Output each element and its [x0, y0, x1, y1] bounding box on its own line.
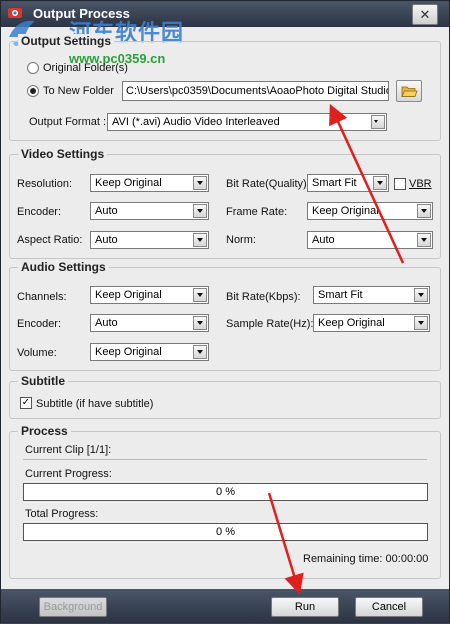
chevron-down-icon [417, 204, 431, 218]
audio-settings-title: Audio Settings [18, 260, 109, 274]
volume-label: Volume: [17, 347, 57, 359]
resolution-value: Keep Original [95, 177, 162, 189]
output-settings-title: Output Settings [18, 34, 114, 48]
audio-encoder-label: Encoder: [17, 318, 62, 330]
channels-select[interactable]: Keep Original [90, 286, 209, 304]
chevron-down-icon [193, 233, 207, 247]
total-progress-value: 0 % [216, 526, 235, 538]
output-format-select[interactable]: AVI (*.avi) Audio Video Interleaved [107, 113, 387, 131]
volume-value: Keep Original [95, 346, 162, 358]
folder-open-icon [401, 86, 418, 97]
chevron-down-icon [417, 233, 431, 247]
frame-rate-select[interactable]: Keep Original [307, 202, 433, 220]
sample-rate-value: Keep Original [318, 317, 385, 329]
current-progress-bar: 0 % [23, 483, 428, 501]
chevron-down-icon [371, 115, 385, 129]
audio-encoder-value: Auto [95, 317, 118, 329]
norm-select[interactable]: Auto [307, 231, 433, 249]
run-button[interactable]: Run [271, 597, 339, 617]
remaining-time: Remaining time: 00:00:00 [303, 553, 429, 565]
volume-select[interactable]: Keep Original [90, 343, 209, 361]
output-process-window: Output Process ✕ 河东软件园 www.pc0359.cn Out… [0, 0, 450, 623]
subtitle-checkbox[interactable]: ✓ [20, 397, 32, 409]
frame-rate-value: Keep Original [312, 205, 379, 217]
audio-bitrate-value: Smart Fit [318, 289, 363, 301]
button-bar: Background Run Cancel [1, 589, 449, 623]
close-icon: ✕ [419, 7, 431, 22]
chevron-down-icon [193, 316, 207, 330]
chevron-down-icon [193, 204, 207, 218]
video-bitrate-value: Smart Fit [312, 177, 357, 189]
subtitle-title: Subtitle [18, 374, 68, 388]
chevron-down-icon [193, 288, 207, 302]
process-divider [23, 459, 427, 460]
background-button[interactable]: Background [39, 597, 107, 617]
sample-rate-label: Sample Rate(Hz): [226, 318, 314, 330]
chevron-down-icon [193, 345, 207, 359]
norm-value: Auto [312, 234, 335, 246]
frame-rate-label: Frame Rate: [226, 206, 288, 218]
aspect-ratio-select[interactable]: Auto [90, 231, 209, 249]
current-progress-label: Current Progress: [25, 468, 112, 480]
audio-bitrate-label: Bit Rate(Kbps): [226, 291, 301, 303]
vbr-checkbox[interactable] [394, 178, 406, 190]
resolution-select[interactable]: Keep Original [90, 174, 209, 192]
video-bitrate-select[interactable]: Smart Fit [307, 174, 389, 192]
aspect-ratio-value: Auto [95, 234, 118, 246]
browse-folder-button[interactable] [396, 80, 422, 102]
close-button[interactable]: ✕ [412, 4, 438, 25]
vbr-label: VBR [409, 178, 432, 190]
audio-encoder-select[interactable]: Auto [90, 314, 209, 332]
sample-rate-select[interactable]: Keep Original [313, 314, 430, 332]
video-encoder-label: Encoder: [17, 206, 62, 218]
chevron-down-icon [414, 316, 428, 330]
subtitle-checkbox-label: Subtitle (if have subtitle) [36, 398, 154, 410]
cancel-button[interactable]: Cancel [355, 597, 423, 617]
audio-bitrate-select[interactable]: Smart Fit [313, 286, 430, 304]
channels-label: Channels: [17, 291, 67, 303]
total-progress-label: Total Progress: [25, 508, 99, 520]
original-folder-label: Original Folder(s) [43, 62, 128, 74]
video-encoder-select[interactable]: Auto [90, 202, 209, 220]
chevron-down-icon [193, 176, 207, 190]
new-folder-radio[interactable] [27, 85, 39, 97]
process-title: Process [18, 424, 71, 438]
video-bitrate-label: Bit Rate(Quality): [226, 178, 310, 190]
original-folder-radio[interactable] [27, 62, 39, 74]
video-encoder-value: Auto [95, 205, 118, 217]
aspect-ratio-label: Aspect Ratio: [17, 234, 83, 246]
output-path-field[interactable]: C:\Users\pc0359\Documents\AoaoPhoto Digi… [122, 81, 389, 101]
current-progress-value: 0 % [216, 486, 235, 498]
current-clip-label: Current Clip [1/1]: [25, 444, 112, 456]
norm-label: Norm: [226, 234, 256, 246]
total-progress-bar: 0 % [23, 523, 428, 541]
chevron-down-icon [373, 176, 387, 190]
resolution-label: Resolution: [17, 178, 73, 190]
channels-value: Keep Original [95, 289, 162, 301]
video-settings-title: Video Settings [18, 147, 108, 161]
output-format-value: AVI (*.avi) Audio Video Interleaved [112, 116, 280, 128]
chevron-down-icon [414, 288, 428, 302]
output-format-label: Output Format : [29, 116, 107, 128]
new-folder-label: To New Folder [43, 85, 114, 97]
